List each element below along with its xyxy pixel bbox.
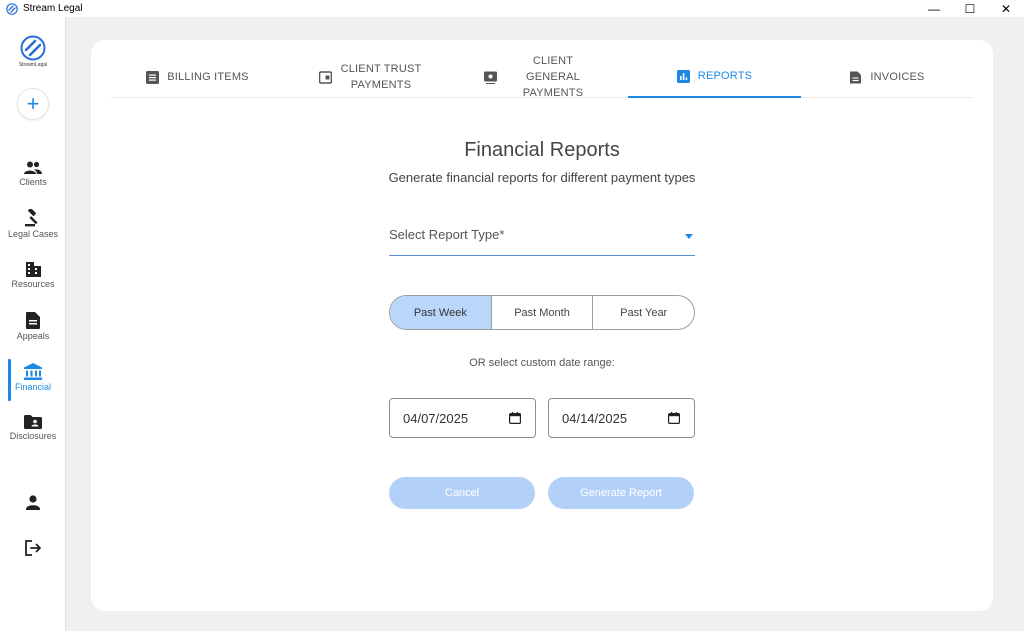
sidebar-item-label: Financial: [14, 382, 52, 392]
sidebar-item-resources[interactable]: Resources: [0, 262, 66, 306]
invoice-icon: [850, 71, 862, 83]
app-logo-icon: [6, 2, 18, 15]
end-date-value: 04/14/2025: [562, 410, 628, 426]
folder-shared-icon: [24, 415, 42, 429]
title-bar: Stream Legal — ☐ ✕: [0, 0, 1024, 17]
bank-icon: [24, 363, 42, 380]
minimize-button[interactable]: —: [916, 0, 952, 17]
range-past-year-button[interactable]: Past Year: [593, 296, 694, 329]
sidebar-item-clients[interactable]: Clients: [0, 161, 66, 205]
sidebar-item-label: Legal Cases: [7, 229, 59, 239]
sidebar: StreamLegal + Clients Legal Cases Resour…: [0, 17, 66, 631]
generate-report-button[interactable]: Generate Report: [548, 477, 694, 509]
payment-icon: [484, 71, 497, 84]
plus-icon: +: [26, 91, 40, 116]
tab-label: REPORTS: [697, 70, 753, 82]
start-date-value: 04/07/2025: [403, 410, 469, 426]
building-icon: [25, 262, 41, 277]
start-date-input[interactable]: 04/07/2025: [389, 398, 536, 438]
sidebar-item-disclosures[interactable]: Disclosures: [0, 415, 66, 459]
sidebar-item-financial[interactable]: Financial: [0, 359, 66, 407]
sidebar-item-appeals[interactable]: Appeals: [0, 312, 66, 356]
page-title: Financial Reports: [464, 139, 620, 161]
calendar-icon[interactable]: [668, 412, 680, 424]
calendar-icon[interactable]: [509, 412, 521, 424]
stream-legal-logo-icon: [20, 35, 46, 61]
tab-billing-items[interactable]: BILLING ITEMS: [111, 56, 284, 98]
window-title: Stream Legal: [23, 3, 83, 14]
window-controls: — ☐ ✕: [916, 0, 1024, 17]
profile-icon[interactable]: [23, 493, 43, 513]
sidebar-item-label: Resources: [11, 279, 55, 289]
custom-range-label: OR select custom date range:: [469, 357, 615, 369]
tab-label: CLIENT GENERAL PAYMENTS: [522, 55, 584, 99]
page-subtitle: Generate financial reports for different…: [388, 170, 696, 185]
stream-legal-logo[interactable]: StreamLegal: [13, 35, 53, 68]
end-date-input[interactable]: 04/14/2025: [548, 398, 695, 438]
gavel-icon: [25, 209, 38, 227]
sidebar-item-label: Disclosures: [9, 431, 57, 441]
maximize-button[interactable]: ☐: [952, 0, 988, 17]
close-button[interactable]: ✕: [988, 0, 1024, 17]
list-icon: [146, 70, 160, 84]
tab-label: CLIENT TRUST PAYMENTS: [340, 63, 422, 91]
cancel-button[interactable]: Cancel: [389, 477, 535, 509]
tab-client-trust-payments[interactable]: CLIENT TRUST PAYMENTS: [284, 56, 457, 98]
tab-invoices[interactable]: INVOICES: [801, 56, 973, 98]
people-icon: [24, 161, 42, 174]
tab-reports[interactable]: REPORTS: [628, 56, 801, 98]
logo-text: StreamLegal: [18, 62, 48, 68]
wallet-icon: [319, 70, 332, 84]
sidebar-item-legal-cases[interactable]: Legal Cases: [0, 209, 66, 253]
tab-bar: BILLING ITEMS CLIENT TRUST PAYMENTS CLIE…: [111, 55, 973, 99]
dropdown-arrow-icon: [685, 234, 693, 239]
date-range-toggle-group: Past Week Past Month Past Year: [389, 295, 695, 330]
tab-label: INVOICES: [870, 71, 925, 83]
tab-label: BILLING ITEMS: [167, 71, 249, 83]
add-button[interactable]: +: [17, 88, 49, 120]
report-type-placeholder: Select Report Type*: [389, 227, 505, 242]
range-past-week-button[interactable]: Past Week: [390, 296, 492, 329]
range-past-month-button[interactable]: Past Month: [492, 296, 594, 329]
tab-client-general-payments[interactable]: CLIENT GENERAL PAYMENTS: [457, 55, 628, 99]
main-card: BILLING ITEMS CLIENT TRUST PAYMENTS CLIE…: [91, 40, 993, 611]
logout-icon[interactable]: [23, 538, 43, 558]
document-icon: [26, 312, 40, 329]
report-type-select[interactable]: Select Report Type*: [389, 220, 695, 256]
sidebar-item-label: Clients: [19, 177, 47, 187]
bar-chart-icon: [676, 69, 690, 83]
sidebar-item-label: Appeals: [16, 331, 50, 341]
